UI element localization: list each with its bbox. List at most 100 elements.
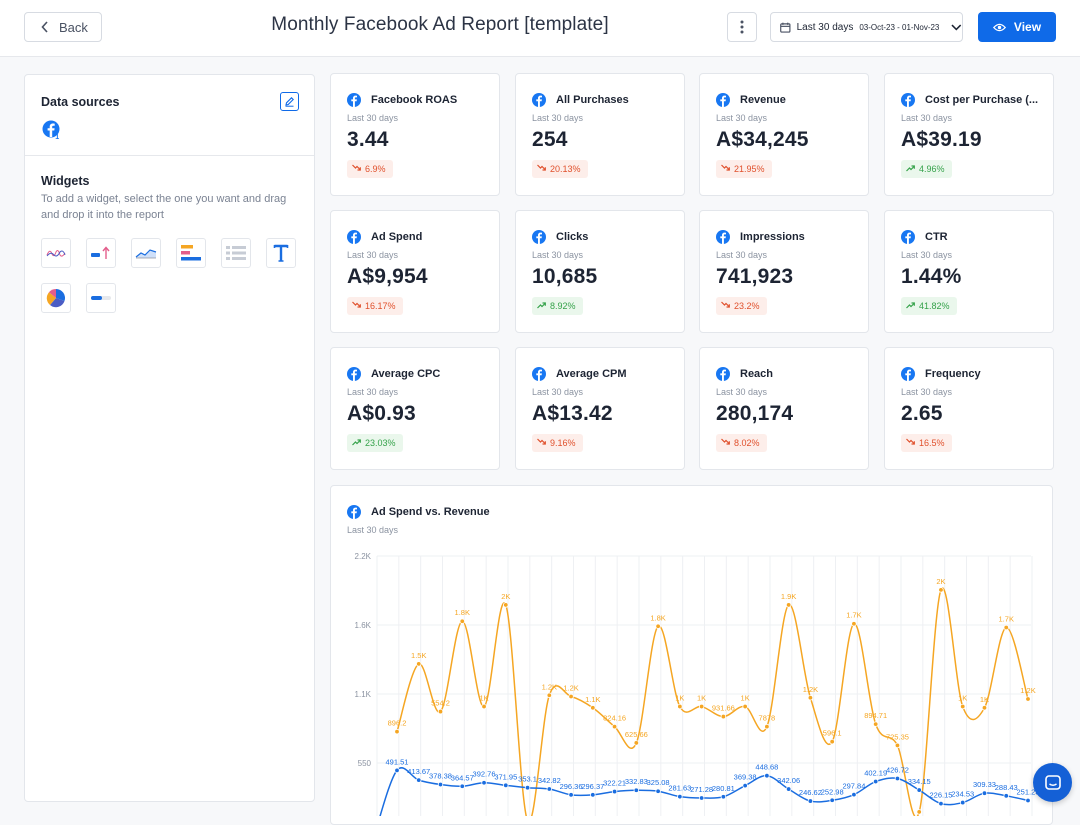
metric-value: 3.44 — [347, 128, 389, 151]
data-point — [785, 786, 792, 792]
data-label: 426.72 — [886, 765, 909, 774]
data-label: 309.33 — [973, 780, 996, 789]
metric-card[interactable]: Frequency Last 30 days 2.65 16.5% — [884, 347, 1054, 470]
metric-period: Last 30 days — [532, 250, 584, 260]
metric-value: 10,685 — [532, 265, 598, 288]
y-tick-label: 1.6K — [355, 621, 372, 630]
back-button[interactable]: Back — [24, 12, 102, 42]
data-label: 1K — [697, 694, 706, 703]
view-button[interactable]: View — [978, 12, 1056, 42]
data-label: 246.62 — [799, 788, 822, 797]
metric-title: Reach — [740, 368, 774, 380]
metric-change-badge: 8.02% — [716, 434, 767, 452]
data-point — [938, 800, 944, 807]
metric-card[interactable]: Clicks Last 30 days 10,685 8.92% — [515, 210, 685, 333]
data-point — [1025, 797, 1031, 804]
widget-horizontal-bar[interactable] — [176, 238, 206, 268]
data-point — [394, 728, 400, 735]
metric-value: 741,923 — [716, 265, 794, 288]
metric-change: 6.9% — [365, 164, 386, 174]
metric-title: Facebook ROAS — [371, 94, 458, 106]
data-point — [829, 797, 835, 803]
widget-progress-bar[interactable] — [86, 283, 116, 313]
widget-area-chart[interactable] — [131, 238, 161, 268]
trend-down-icon — [721, 438, 730, 448]
metric-value: A$34,245 — [716, 128, 809, 151]
metric-change-badge: 8.92% — [532, 297, 583, 315]
more-options-button[interactable] — [727, 12, 757, 42]
metric-value: 1.44% — [901, 265, 962, 288]
metric-change-badge: 4.96% — [901, 160, 952, 178]
chevron-left-icon — [41, 21, 48, 33]
metric-title: Ad Spend — [371, 231, 423, 243]
data-label: 625.66 — [625, 730, 648, 739]
horizontal-bar-icon — [181, 245, 201, 261]
data-label: 1.7K — [846, 611, 861, 620]
date-range-picker[interactable]: Last 30 days 03-Oct-23 - 01-Nov-23 — [770, 12, 963, 42]
y-tick-label: 550 — [358, 759, 372, 768]
table-icon — [226, 246, 246, 260]
widget-line-chart[interactable] — [41, 238, 71, 268]
data-point — [655, 788, 661, 794]
metric-card[interactable]: Average CPC Last 30 days A$0.93 23.03% — [330, 347, 500, 470]
metric-change-badge: 9.16% — [532, 434, 583, 452]
pencil-icon — [285, 97, 294, 107]
data-point — [829, 738, 835, 745]
data-point — [546, 692, 553, 698]
widget-text[interactable] — [266, 238, 296, 268]
metric-title: CTR — [925, 231, 948, 243]
data-point — [481, 703, 487, 710]
data-point — [481, 780, 487, 786]
metric-title: Average CPM — [556, 368, 627, 380]
data-label: 392.76 — [473, 770, 496, 779]
metric-card[interactable]: Facebook ROAS Last 30 days 3.44 6.9% — [330, 73, 500, 196]
edit-data-sources-button[interactable] — [280, 92, 299, 111]
data-label: 1.2K — [803, 685, 818, 694]
data-label: 296.37 — [581, 782, 604, 791]
data-point — [437, 708, 444, 715]
data-sources-title: Data sources — [41, 95, 120, 109]
metric-card[interactable]: Ad Spend Last 30 days A$9,954 16.17% — [330, 210, 500, 333]
date-range-text: 03-Oct-23 - 01-Nov-23 — [859, 22, 940, 32]
data-label: 288.43 — [995, 783, 1018, 792]
metric-change-badge: 23.2% — [716, 297, 767, 315]
data-point — [764, 723, 770, 730]
metric-card[interactable]: Cost per Purchase (... Last 30 days A$39.1… — [884, 73, 1054, 196]
chat-button[interactable] — [1033, 763, 1072, 802]
data-label: 448.68 — [755, 763, 778, 772]
facebook-icon — [347, 93, 361, 112]
metric-value: 280,174 — [716, 402, 794, 425]
data-point — [981, 705, 988, 711]
metric-title: Frequency — [925, 368, 981, 380]
data-point — [938, 587, 944, 593]
widget-pie-chart[interactable] — [41, 283, 71, 313]
ad-spend-vs-revenue-card[interactable]: Ad Spend vs. Revenue Last 30 days 2.2K 1.… — [330, 485, 1053, 825]
data-point — [590, 792, 596, 798]
data-point — [785, 602, 792, 608]
widget-table[interactable] — [221, 238, 251, 268]
trend-down-icon — [721, 301, 730, 311]
data-point — [611, 723, 618, 730]
metric-card[interactable]: Reach Last 30 days 280,174 8.02% — [699, 347, 869, 470]
chevron-down-icon — [951, 24, 962, 31]
data-label: 297.84 — [842, 782, 865, 791]
widget-bar-arrow[interactable] — [86, 238, 116, 268]
data-label: 1.7K — [999, 615, 1014, 624]
data-label: 332.83 — [625, 777, 648, 786]
metric-period: Last 30 days — [347, 113, 399, 123]
facebook-icon — [716, 230, 730, 249]
data-point — [524, 785, 531, 791]
data-point — [416, 661, 422, 667]
bar-arrow-icon — [91, 246, 110, 259]
metric-card[interactable]: All Purchases Last 30 days 254 20.13% — [515, 73, 685, 196]
data-label: 325.08 — [647, 778, 670, 787]
facebook-source-icon[interactable]: 1 — [42, 120, 62, 145]
metric-card[interactable]: Impressions Last 30 days 741,923 23.2% — [699, 210, 869, 333]
data-label: 280.81 — [712, 784, 735, 793]
data-label: 402.19 — [864, 769, 887, 778]
metric-card[interactable]: Average CPM Last 30 days A$13.42 9.16% — [515, 347, 685, 470]
metric-value: A$0.93 — [347, 402, 416, 425]
metric-card[interactable]: CTR Last 30 days 1.44% 41.82% — [884, 210, 1054, 333]
data-point — [742, 703, 748, 710]
metric-card[interactable]: Revenue Last 30 days A$34,245 21.95% — [699, 73, 869, 196]
